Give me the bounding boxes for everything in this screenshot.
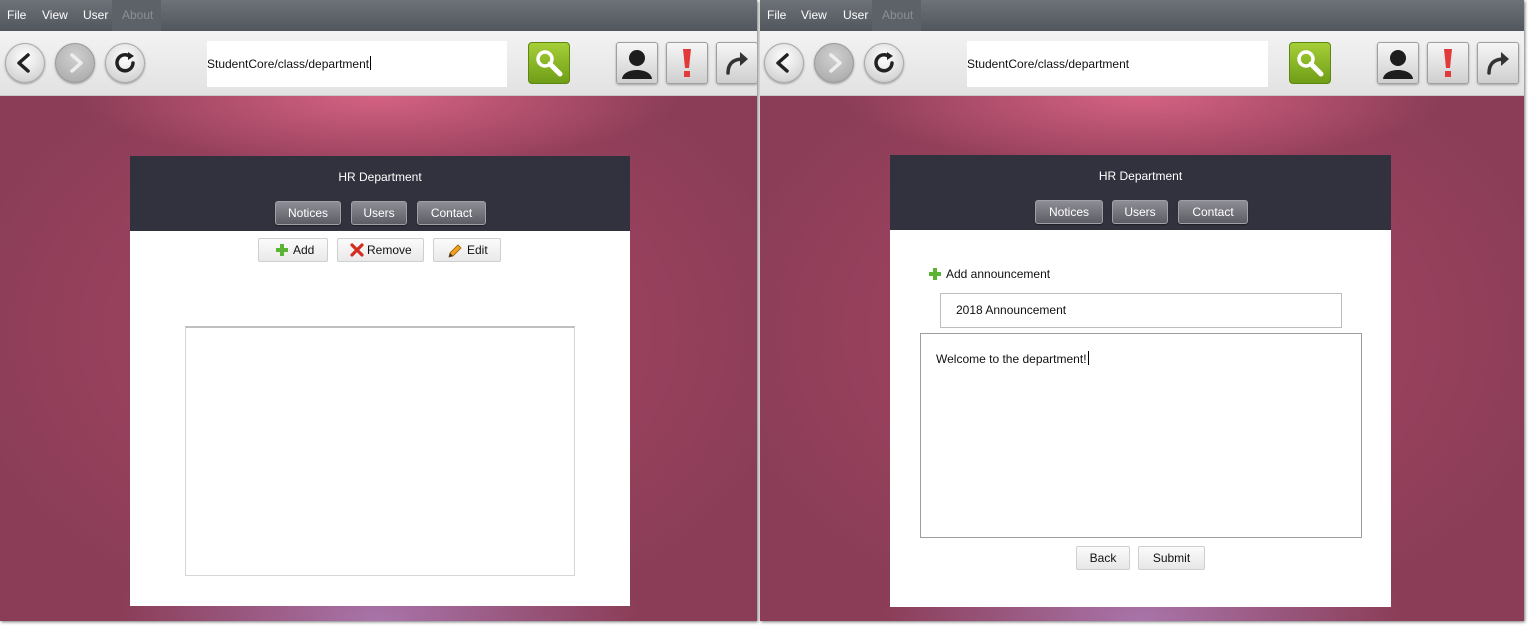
announcement-title-value: 2018 Announcement — [956, 303, 1067, 317]
menu-about[interactable]: About — [872, 0, 922, 31]
back-arrow-icon — [17, 53, 30, 73]
alert-icon — [1444, 49, 1452, 77]
search-icon — [1297, 50, 1324, 77]
department-header: HR Department Notices Users Contact — [130, 156, 630, 231]
add-label: Add — [293, 243, 315, 257]
remove-label: Remove — [367, 243, 412, 257]
alert-icon — [683, 49, 691, 77]
menu-user[interactable]: User — [843, 0, 868, 31]
announcement-body-field[interactable]: Welcome to the department! — [920, 333, 1362, 538]
forward-button[interactable] — [55, 43, 95, 83]
refresh-icon — [874, 52, 894, 73]
address-bar[interactable]: StudentCore/class/department — [967, 41, 1268, 87]
back-arrow-icon — [776, 53, 789, 73]
menu-about[interactable]: About — [112, 0, 162, 31]
announcement-title-field[interactable]: 2018 Announcement — [940, 293, 1342, 328]
share-icon — [726, 52, 748, 75]
department-title: HR Department — [338, 170, 422, 184]
edit-label: Edit — [467, 243, 488, 257]
department-panel: HR Department Notices Users Contact Add … — [890, 155, 1391, 607]
desktop-background: HR Department Notices Users Contact Add … — [760, 96, 1524, 621]
user-button[interactable] — [1377, 42, 1419, 84]
toolbar: StudentCore/class/department — [0, 31, 757, 96]
text-caret — [1087, 351, 1089, 365]
forward-arrow-icon — [829, 53, 842, 73]
toolbar: StudentCore/class/department — [760, 31, 1524, 96]
notices-list[interactable] — [185, 326, 575, 576]
tab-users[interactable]: Users — [1112, 200, 1168, 224]
text-caret — [370, 56, 372, 70]
edit-button[interactable]: Edit — [433, 238, 501, 262]
x-icon — [350, 243, 364, 257]
alert-button[interactable] — [1427, 42, 1469, 84]
address-bar[interactable]: StudentCore/class/department — [207, 41, 507, 87]
address-value: StudentCore/class/department — [967, 57, 1130, 71]
app-window-announcement: File View User About StudentCore/class/d… — [760, 0, 1524, 621]
menu-user[interactable]: User — [83, 0, 108, 31]
share-button[interactable] — [1477, 42, 1519, 84]
remove-button[interactable]: Remove — [337, 238, 424, 262]
add-announcement-label: Add announcement — [946, 267, 1051, 281]
plus-icon — [276, 244, 288, 256]
tab-notices[interactable]: Notices — [275, 201, 341, 225]
search-icon — [536, 50, 563, 77]
app-window-notices: File View User About StudentCore/class/d… — [0, 0, 757, 621]
forward-button[interactable] — [814, 43, 854, 83]
user-button[interactable] — [616, 42, 658, 84]
tab-users[interactable]: Users — [351, 201, 407, 225]
address-value: StudentCore/class/department — [207, 57, 370, 71]
plus-icon — [929, 268, 941, 280]
department-header: HR Department Notices Users Contact — [890, 155, 1391, 230]
menu-bar: File View User About — [0, 0, 757, 31]
back-form-button[interactable]: Back — [1076, 546, 1130, 570]
address-text[interactable]: StudentCore/class/department — [207, 41, 372, 87]
pencil-icon — [448, 244, 462, 258]
user-icon — [622, 50, 652, 79]
refresh-icon — [115, 52, 135, 73]
menu-file[interactable]: File — [7, 0, 26, 31]
alert-button[interactable] — [666, 42, 708, 84]
forward-arrow-icon — [70, 53, 83, 73]
tab-contact[interactable]: Contact — [1178, 200, 1248, 224]
search-button[interactable] — [1289, 42, 1331, 84]
menu-view[interactable]: View — [801, 0, 827, 31]
desktop-background: HR Department Notices Users Contact Add … — [0, 96, 757, 621]
department-panel: HR Department Notices Users Contact Add … — [130, 156, 630, 606]
menu-bar: File View User About — [760, 0, 1524, 31]
add-button[interactable]: Add — [258, 238, 328, 262]
share-button[interactable] — [716, 42, 757, 84]
announcement-body-value: Welcome to the department! — [936, 352, 1087, 366]
tab-notices[interactable]: Notices — [1035, 200, 1103, 224]
user-icon — [1383, 50, 1413, 79]
back-button[interactable] — [5, 43, 45, 83]
search-button[interactable] — [528, 42, 570, 84]
share-icon — [1487, 52, 1509, 75]
menu-file[interactable]: File — [767, 0, 786, 31]
submit-button[interactable]: Submit — [1138, 546, 1205, 570]
department-title: HR Department — [1098, 169, 1183, 183]
menu-view[interactable]: View — [42, 0, 68, 31]
announcement-body-text: Welcome to the department! — [936, 351, 1089, 366]
refresh-button[interactable] — [105, 43, 145, 83]
refresh-button[interactable] — [864, 43, 904, 83]
tab-contact[interactable]: Contact — [417, 201, 486, 225]
back-button[interactable] — [764, 43, 804, 83]
